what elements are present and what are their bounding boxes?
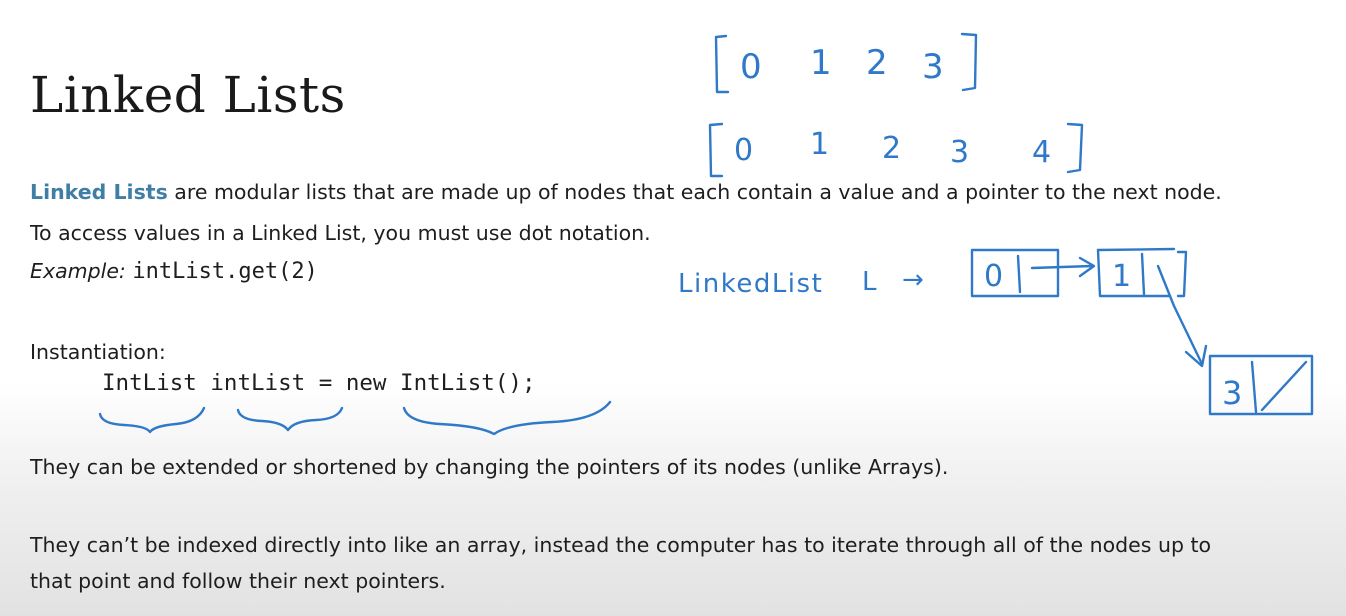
variable-label: L [862, 267, 877, 297]
constructor-underbrace [402, 400, 612, 436]
point-index-line-1: They can’t be indexed directly into like… [30, 533, 1212, 557]
example-line: Example: intList.get(2) [30, 257, 318, 286]
node-3-divider [1250, 360, 1258, 414]
code-new-keyword: new [345, 370, 387, 396]
code-semicolon: ; [521, 370, 536, 396]
node-1-box-top [1096, 247, 1176, 252]
node-1-value: 1 [1112, 259, 1131, 294]
code-type: IntList [102, 370, 197, 396]
code-underbraces [98, 400, 612, 436]
array-1-item: 1 [810, 43, 832, 83]
node-0-pointer-arrow [1030, 264, 1094, 270]
node-1-pointer-arrowhead [1184, 344, 1208, 368]
array-1-left-bracket [714, 34, 730, 94]
linked-list-label: LinkedList [678, 269, 823, 299]
code-assign: = [318, 370, 333, 396]
node-0-pointer-arrowhead [1078, 256, 1096, 278]
definition-text: are modular lists that are made up of no… [167, 180, 1222, 204]
array-1-item: 0 [740, 47, 762, 87]
node-1: 1 [1096, 247, 1208, 368]
array-2-item: 3 [950, 135, 969, 170]
node-3-box [1208, 354, 1314, 416]
name-underbrace [236, 406, 344, 432]
array-2-item: 1 [810, 127, 829, 162]
node-3-null-slash [1260, 360, 1308, 412]
node-0-box [970, 248, 1060, 298]
array-1-item: 3 [922, 47, 944, 87]
point-extend: They can be extended or shortened by cha… [30, 455, 949, 479]
array-2-item: 0 [734, 133, 753, 168]
node-0-divider [1016, 254, 1022, 294]
type-underbrace [98, 406, 206, 434]
instantiation-code: IntList intList = new IntList(); [102, 370, 536, 396]
node-0-value: 0 [984, 259, 1003, 294]
array-drawing-2: 0 1 2 3 4 [708, 122, 1084, 178]
array-1-item: 2 [866, 43, 888, 83]
array-2-right-bracket [1066, 122, 1084, 174]
node-1-divider [1140, 252, 1146, 296]
array-2-left-bracket [708, 122, 724, 178]
definition-paragraph: Linked Lists are modular lists that are … [30, 178, 1222, 206]
array-2-item: 2 [882, 131, 901, 166]
node-1-box-end [1176, 250, 1188, 298]
instantiation-label: Instantiation: [30, 340, 166, 364]
array-2-item: 4 [1032, 135, 1051, 170]
example-code: intList.get(2) [132, 259, 318, 284]
linked-list-label-drawing: LinkedList L → [678, 265, 924, 299]
code-constructor: IntList() [400, 370, 522, 396]
node-3-value: 3 [1222, 374, 1242, 412]
access-line: To access values in a Linked List, you m… [30, 221, 651, 245]
array-drawing-1: 0 1 2 3 [714, 32, 978, 94]
node-1-box-side [1096, 248, 1172, 298]
example-label: Example: [30, 259, 126, 283]
node-3: 3 [1208, 354, 1314, 416]
node-1-pointer-arrow [1156, 264, 1204, 366]
array-1-right-bracket [960, 32, 978, 92]
code-var-name: intList [210, 370, 306, 396]
variable-arrow: → [902, 265, 924, 295]
definition-term: Linked Lists [30, 180, 168, 204]
node-0: 0 [970, 248, 1096, 298]
slide-title: Linked Lists [30, 66, 346, 124]
point-index-line-2: that point and follow their next pointer… [30, 569, 446, 593]
